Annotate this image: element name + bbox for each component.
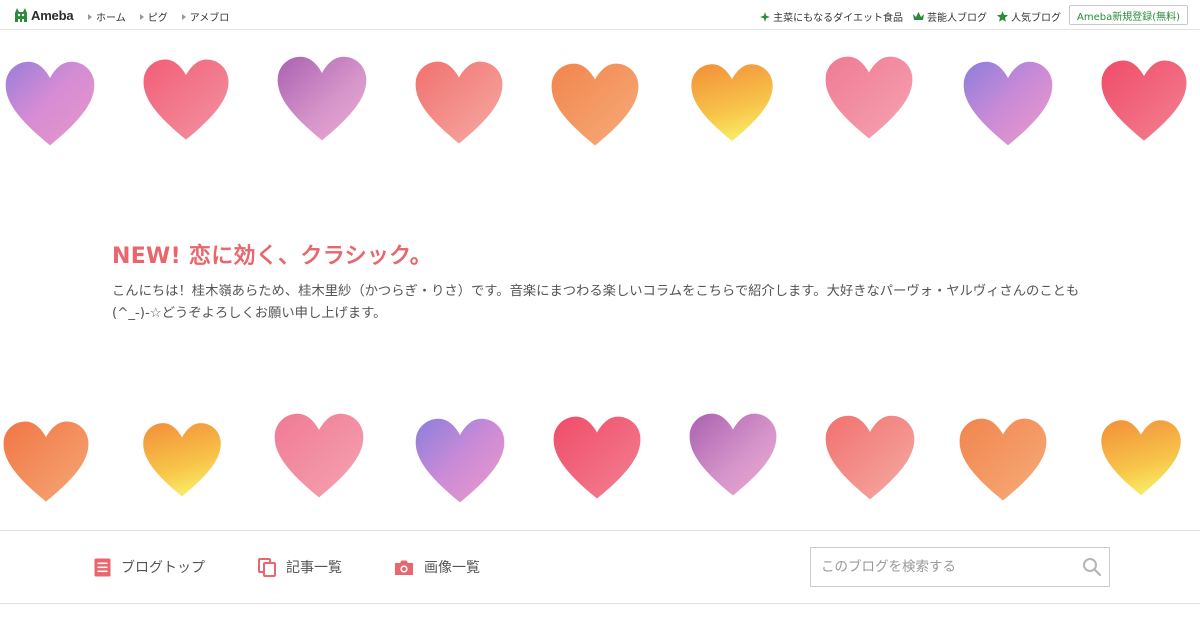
ameba-register-button[interactable]: Ameba新規登録(無料) — [1068, 5, 1188, 25]
watercolor-heart-icon — [963, 61, 1053, 146]
watercolor-heart-icon — [551, 63, 639, 146]
crown-icon — [913, 12, 924, 20]
watercolor-heart-icon — [691, 64, 773, 141]
arrow-right-icon — [181, 13, 186, 20]
watercolor-heart-icon — [277, 56, 367, 141]
diet-food-link-label: 主菜にもなるダイエット食品 — [773, 13, 903, 24]
watercolor-heart-icon — [1101, 420, 1181, 496]
watercolor-heart-icon — [143, 59, 229, 140]
watercolor-heart-icon — [274, 413, 364, 498]
watercolor-heart-icon — [5, 61, 95, 146]
document-icon — [94, 558, 111, 576]
search-button[interactable] — [1081, 557, 1103, 579]
logo-text: Ameba — [31, 8, 74, 23]
blog-description: こんにちは！桂木嶺あらため、桂木里紗（かつらぎ・りさ）です。音楽にまつわる楽しい… — [112, 284, 1080, 321]
menu-article-list[interactable]: 記事一覧 — [258, 557, 342, 577]
menu-article-list-label: 記事一覧 — [286, 560, 342, 576]
menu-image-list[interactable]: 画像一覧 — [394, 557, 480, 577]
heart-row-bottom — [0, 409, 1200, 519]
ameba-header-bar: Ameba ホーム ピグ アメブロ 主菜にもなるダイエット食品 芸能人ブログ 人… — [0, 0, 1200, 30]
nav-link-ameblo[interactable]: アメブロ — [181, 9, 230, 24]
search-icon — [1083, 558, 1102, 577]
menu-blog-top-label: ブログトップ — [121, 560, 205, 576]
sparkle-icon — [760, 11, 771, 22]
popular-blog-link-label: 人気ブログ — [1011, 13, 1061, 24]
heart-row-top — [0, 52, 1200, 162]
ameba-monster-icon — [15, 8, 27, 22]
blog-header-image: NEW! 恋に効く、クラシック。 こんにちは！桂木嶺あらため、桂木里紗（かつらぎ… — [0, 31, 1200, 530]
watercolor-heart-icon — [1101, 60, 1187, 141]
arrow-right-icon — [88, 13, 92, 20]
menu-blog-top[interactable]: ブログトップ — [94, 557, 205, 577]
watercolor-heart-icon — [959, 418, 1047, 501]
copy-icon — [258, 557, 276, 577]
blog-title[interactable]: NEW! 恋に効く、クラシック。 — [112, 238, 432, 270]
watercolor-heart-icon — [825, 415, 915, 500]
menu-image-list-label: 画像一覧 — [424, 560, 480, 576]
camera-icon — [395, 560, 413, 575]
celebrity-blog-link-label: 芸能人ブログ — [927, 13, 987, 24]
nav-link-label: ホーム — [96, 13, 126, 24]
nav-link-home[interactable]: ホーム — [88, 9, 126, 24]
star-icon — [997, 11, 1008, 22]
watercolor-heart-icon — [553, 416, 641, 499]
watercolor-heart-icon — [689, 413, 777, 496]
nav-link-pigg[interactable]: ピグ — [139, 9, 168, 24]
watercolor-heart-icon — [3, 421, 89, 502]
ameba-logo[interactable]: Ameba — [13, 7, 74, 24]
watercolor-heart-icon — [415, 61, 503, 144]
nav-link-label: アメブロ — [189, 13, 230, 24]
blog-search-input[interactable] — [811, 548, 1071, 586]
blog-search — [810, 547, 1110, 587]
popular-blog-link[interactable]: 人気ブログ — [997, 9, 1061, 24]
watercolor-heart-icon — [415, 418, 505, 503]
nav-link-label: ピグ — [147, 13, 168, 24]
diet-food-link[interactable]: 主菜にもなるダイエット食品 — [760, 9, 903, 24]
celebrity-blog-link[interactable]: 芸能人ブログ — [913, 9, 987, 24]
featured-links: 主菜にもなるダイエット食品 芸能人ブログ 人気ブログ — [750, 9, 1061, 24]
watercolor-heart-icon — [825, 56, 913, 139]
arrow-right-icon — [139, 13, 144, 20]
blog-menu-bar: ブログトップ 記事一覧 画像一覧 — [0, 530, 1200, 604]
global-nav: ホーム ピグ アメブロ — [88, 9, 243, 24]
watercolor-heart-icon — [143, 423, 221, 497]
